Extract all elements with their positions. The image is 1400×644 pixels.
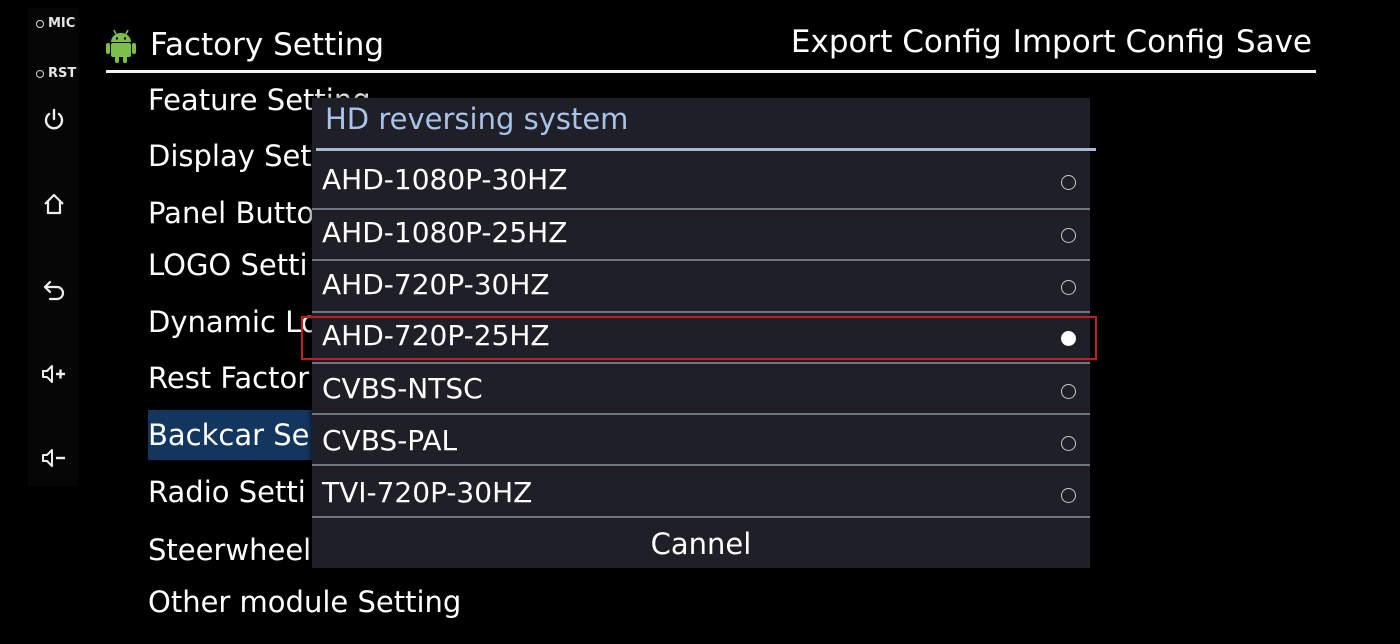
menu-item-panel-button-setting[interactable]: Panel Butto (148, 188, 314, 238)
radio-unchecked-icon[interactable] (1061, 280, 1076, 295)
option-cvbs-pal[interactable]: CVBS-PAL (312, 416, 1090, 466)
radio-unchecked-icon[interactable] (1061, 175, 1076, 190)
dialog-title: HD reversing system (325, 102, 629, 136)
option-label: AHD-720P-25HZ (322, 319, 550, 352)
option-ahd-720p-25hz[interactable]: AHD-720P-25HZ (312, 311, 1090, 361)
back-icon[interactable] (40, 274, 68, 302)
rst-button[interactable]: RST (36, 66, 76, 81)
android-icon (106, 28, 136, 64)
menu-item-radio-setting[interactable]: Radio Setti (148, 467, 306, 517)
hardware-button-strip: MIC RST (28, 8, 78, 486)
menu-item-backcar-setting[interactable]: Backcar Se (148, 410, 340, 460)
option-ahd-1080p-25hz[interactable]: AHD-1080P-25HZ (312, 208, 1090, 258)
option-label: AHD-720P-30HZ (322, 268, 550, 301)
option-label: TVI-720P-30HZ (322, 476, 533, 509)
option-tvi-720p-30hz[interactable]: TVI-720P-30HZ (312, 468, 1090, 518)
menu-item-logo-setting[interactable]: LOGO Setti (148, 240, 308, 290)
option-label: AHD-1080P-25HZ (322, 216, 568, 249)
option-label: CVBS-NTSC (322, 372, 483, 405)
option-divider (312, 464, 1090, 466)
mic-dot-icon (36, 19, 44, 28)
mic-label: MIC (48, 16, 76, 31)
menu-item-other-module-setting[interactable]: Other module Setting (148, 577, 461, 627)
option-divider (312, 413, 1090, 415)
export-config-button[interactable]: Export Config (791, 24, 1002, 60)
option-ahd-1080p-30hz[interactable]: AHD-1080P-30HZ (312, 155, 1090, 205)
menu-item-rest-factory-setting[interactable]: Rest Factor (148, 353, 309, 403)
volume-up-icon[interactable] (40, 360, 68, 388)
menu-item-dynamic-logo-setting[interactable]: Dynamic Lo (148, 297, 319, 347)
menu-item-display-setting[interactable]: Display Set (148, 131, 312, 181)
power-icon[interactable] (40, 106, 68, 134)
option-cvbs-ntsc[interactable]: CVBS-NTSC (312, 364, 1090, 414)
rst-dot-icon (36, 69, 44, 78)
header-divider (106, 70, 1316, 73)
radio-checked-icon[interactable] (1061, 331, 1076, 346)
radio-unchecked-icon[interactable] (1061, 436, 1076, 451)
radio-unchecked-icon[interactable] (1061, 488, 1076, 503)
option-label: AHD-1080P-30HZ (322, 163, 568, 196)
option-ahd-720p-30hz[interactable]: AHD-720P-30HZ (312, 260, 1090, 310)
option-divider (312, 516, 1090, 518)
radio-unchecked-icon[interactable] (1061, 228, 1076, 243)
dialog-title-divider (316, 148, 1096, 151)
screen: MIC RST Factory Setting Export Config Im… (0, 0, 1400, 644)
hd-reversing-system-dialog: HD reversing system AHD-1080P-30HZ AHD-1… (301, 98, 1097, 568)
rst-label: RST (48, 66, 77, 81)
home-icon[interactable] (40, 190, 68, 218)
volume-down-icon[interactable] (40, 444, 68, 472)
mic-indicator: MIC (36, 16, 75, 31)
radio-unchecked-icon[interactable] (1061, 384, 1076, 399)
header-actions: Export Config Import Config Save (791, 24, 1312, 60)
option-label: CVBS-PAL (322, 424, 458, 457)
cancel-button[interactable]: Cannel (312, 522, 1090, 568)
menu-item-steerwheel-setting[interactable]: Steerwheel (148, 525, 311, 575)
save-button[interactable]: Save (1236, 24, 1312, 60)
import-config-button[interactable]: Import Config (1013, 24, 1225, 60)
page-title: Factory Setting (150, 27, 385, 63)
